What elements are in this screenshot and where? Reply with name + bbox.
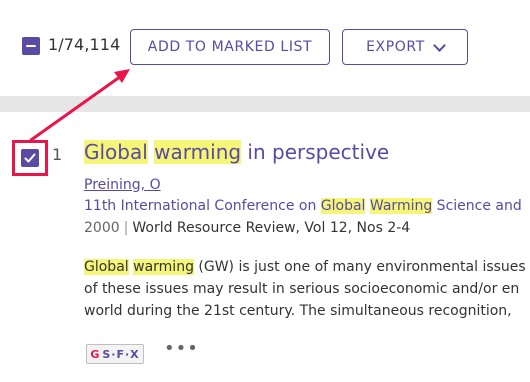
abstract-snippet: Global warming (GW) is just one of many … xyxy=(84,256,530,322)
add-to-marked-list-label: ADD TO MARKED LIST xyxy=(147,39,313,55)
title-highlight-term: warming xyxy=(154,140,242,164)
annotation-highlight-box xyxy=(12,140,48,176)
abstract-text: of these issues may result in serious so… xyxy=(84,281,520,297)
result-count: 1/74,114 xyxy=(48,35,121,54)
abstract-highlight-term: warming xyxy=(133,259,194,275)
abstract-line: Global warming (GW) is just one of many … xyxy=(84,256,530,278)
toolbar-band xyxy=(0,96,530,112)
results-page: 1/74,114 ADD TO MARKED LIST EXPORT 1 Glo… xyxy=(0,0,530,382)
abstract-highlight-term: Global xyxy=(84,259,129,275)
meta-separator: | xyxy=(123,220,129,236)
abstract-text: world during the 21st century. The simul… xyxy=(84,303,512,319)
conference-text: Science and xyxy=(432,198,522,214)
abstract-text: (GW) is just one of many environmental i… xyxy=(193,259,526,275)
ellipsis-icon: ••• xyxy=(164,338,199,359)
export-label: EXPORT xyxy=(366,39,425,55)
publication-meta: 2000 | World Resource Review, Vol 12, Nos … xyxy=(84,220,410,236)
conference-highlight-term: Warming xyxy=(369,198,433,214)
abstract-line: of these issues may result in serious so… xyxy=(84,278,530,300)
minus-icon xyxy=(26,45,36,47)
sfx-link-button[interactable]: G S·F·X xyxy=(86,344,144,364)
result-index: 1 xyxy=(52,145,63,164)
sfx-logo-icon: G xyxy=(90,347,101,361)
conference-text: 11th International Conference on xyxy=(84,198,321,214)
results-toolbar: 1/74,114 ADD TO MARKED LIST EXPORT xyxy=(0,0,530,96)
result-item: 1 Global warming in perspective Preining… xyxy=(0,112,530,382)
checkmark-icon xyxy=(24,153,36,163)
select-all-checkbox[interactable] xyxy=(22,37,40,55)
export-button[interactable]: EXPORT xyxy=(342,29,468,65)
title-highlight-term: Global xyxy=(84,140,148,164)
add-to-marked-list-button[interactable]: ADD TO MARKED LIST xyxy=(130,29,330,65)
abstract-line: world during the 21st century. The simul… xyxy=(84,300,530,322)
conference-link[interactable]: 11th International Conference on Global … xyxy=(84,198,522,214)
chevron-down-icon xyxy=(433,38,446,52)
result-title-link[interactable]: Global warming in perspective xyxy=(84,140,389,164)
publication-year: 2000 xyxy=(84,220,120,236)
sfx-label: S·F·X xyxy=(102,347,140,361)
author-link[interactable]: Preining, O xyxy=(84,177,161,193)
more-options-button[interactable]: ••• xyxy=(164,338,199,359)
title-text: in perspective xyxy=(241,140,390,164)
publication-source: World Resource Review, Vol 12, Nos 2-4 xyxy=(132,220,411,236)
result-checkbox[interactable] xyxy=(21,149,39,167)
conference-highlight-term: Global xyxy=(320,198,366,214)
